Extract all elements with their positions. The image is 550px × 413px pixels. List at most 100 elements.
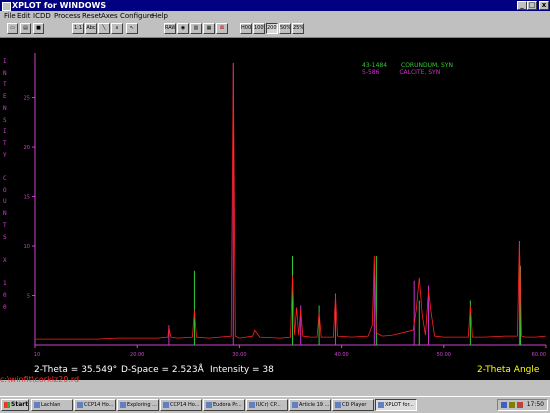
task-label: Article 19 ... [299, 402, 330, 408]
new-file-button[interactable]: ▭ [7, 23, 18, 34]
x-tick-label: 10 [34, 352, 40, 358]
legend-code: 43-1484 [362, 62, 388, 69]
legend-corundum: 43-1484 CORUNDUM, SYN [362, 62, 453, 69]
x-tick-label: 60.00 [532, 352, 546, 358]
app-icon[interactable] [2, 2, 11, 11]
ruler-button[interactable]: ▥ [190, 23, 202, 34]
y-tick-label: 20 [24, 145, 30, 151]
task-app-icon [120, 402, 126, 408]
x-tick-label: 20.00 [130, 352, 144, 358]
y-axis-title-letter: X [3, 256, 7, 264]
y-tick-label: 5 [27, 294, 30, 300]
task-label: CCP14 Ho... [84, 402, 114, 408]
view-button[interactable]: ◉ [177, 23, 189, 34]
legend-code: 5-586 [362, 69, 380, 76]
legend-name: CORUNDUM, SYN [401, 62, 453, 69]
taskbar-task[interactable]: CD Player [332, 399, 374, 411]
zoom-50-button[interactable]: 50% [279, 23, 291, 34]
y-axis-title-letter: 1 [3, 280, 7, 288]
y-axis-title-letter: O [3, 186, 7, 194]
menu-file[interactable]: File [4, 11, 16, 21]
taskbar-task[interactable]: IUCr) CP... [246, 399, 288, 411]
clear-icon: ⊠ [219, 25, 225, 31]
menu-icdd[interactable]: ICDD [33, 11, 51, 21]
window-title: XPLOT for WINDOWS [12, 1, 107, 10]
menu-help[interactable]: Help [152, 11, 168, 21]
taskbar-task[interactable]: Eudora Pr... [203, 399, 245, 411]
start-button[interactable]: Start [1, 399, 29, 411]
task-label: Lachlan [41, 402, 61, 408]
save-button[interactable]: ■ [33, 23, 44, 34]
taskbar-task[interactable]: Lachlan [31, 399, 73, 411]
raw-button[interactable]: RAW [164, 23, 176, 34]
menu-reset[interactable]: Reset [82, 11, 102, 21]
zoom-25-button[interactable]: 25% [292, 23, 304, 34]
label-button[interactable]: Abc [85, 23, 97, 34]
task-label: Exploring ... [127, 402, 157, 408]
menu-process[interactable]: Process [54, 11, 81, 21]
task-app-icon [335, 402, 341, 408]
eye-icon: ◉ [180, 25, 186, 31]
taskbar-task[interactable]: Article 19 ... [289, 399, 331, 411]
grid-icon: ▦ [206, 25, 212, 31]
y-axis-title-letter: N [3, 104, 7, 112]
menu-edit[interactable]: Edit [17, 11, 31, 21]
y-axis-title-letter: N [3, 69, 7, 77]
taskbar: Start Lachlan CCP14 Ho... Exploring ... CCP… [0, 396, 550, 413]
y-axis-title-letter: S [3, 233, 7, 241]
minimize-button[interactable]: _ [517, 1, 527, 10]
start-label: Start [11, 401, 29, 408]
y-tick-label: 10 [24, 244, 30, 250]
taskbar-task[interactable]: Exploring ... [117, 399, 159, 411]
title-bar: XPLOT for WINDOWS _ □ x [0, 0, 550, 11]
menu-configure[interactable]: Configure [120, 11, 154, 21]
grid-button[interactable]: ▦ [203, 23, 215, 34]
task-label: CD Player [342, 402, 367, 408]
maximize-button[interactable]: □ [527, 1, 537, 10]
y-axis-title-letter: C [3, 175, 7, 182]
task-label: CCP14 Ho... [170, 402, 200, 408]
clear-button[interactable]: ⊠ [216, 23, 228, 34]
task-app-icon [163, 402, 169, 408]
taskbar-task[interactable]: CCP14 Ho... [74, 399, 116, 411]
network-icon[interactable] [501, 402, 507, 408]
y-axis-title-letter: T [3, 139, 7, 147]
legend-calcite: 5-586 CALCITE, SYN [362, 69, 440, 76]
y-axis-title-letter: I [3, 58, 7, 65]
disk-icon: ■ [36, 25, 41, 31]
task-app-icon [34, 402, 40, 408]
intensity-readout: Intensity = 38 [210, 365, 274, 375]
x-tick-label: 30.00 [232, 352, 246, 358]
monitor-icon[interactable] [517, 402, 523, 408]
cursor-button[interactable]: ↖ [126, 23, 138, 34]
menu-axes[interactable]: Axes [101, 11, 118, 21]
line-icon: ╲ [102, 25, 106, 31]
zoom-100-button[interactable]: 100% [253, 23, 265, 34]
open-file-button[interactable]: ▤ [20, 23, 31, 34]
zoom-h00-button[interactable]: H00 [240, 23, 252, 34]
close-button[interactable]: x [539, 1, 549, 10]
plot-area[interactable]: 25 20 15 10 5 10 20.00 30.00 40.00 50.00 60.00 INT… [0, 38, 550, 384]
y-axis-title-letter: Y [3, 151, 7, 159]
peak-icon: ∧ [115, 25, 119, 31]
taskbar-task[interactable]: CCP14 Ho... [160, 399, 202, 411]
cursor-icon: ↖ [129, 25, 135, 31]
speaker-icon[interactable] [509, 402, 515, 408]
task-label: Eudora Pr... [213, 402, 242, 408]
taskbar-task[interactable]: XPLOT for... [375, 399, 417, 411]
diffraction-chart[interactable]: 25201510510 20.00 30.00 40.00 50.00 60.00 [0, 38, 550, 380]
y-tick-label: 25 [24, 96, 30, 102]
scale-button[interactable]: 1:1 [72, 23, 84, 34]
legend-name: CALCITE, SYN [399, 69, 441, 76]
peak-tool-button[interactable]: ∧ [111, 23, 123, 34]
x-tick-label: 40.00 [334, 352, 348, 358]
toolbar: ▭ ▤ ■ 1:1 Abc ╲ ∧ ↖ RAW ◉ ▥ ▦ ⊠ H00 100%… [0, 21, 550, 38]
task-app-icon [378, 402, 384, 408]
task-label: XPLOT for... [385, 402, 414, 408]
task-label: IUCr) CP... [256, 402, 281, 408]
task-app-icon [292, 402, 298, 408]
zoom-200-button[interactable]: 200% [266, 23, 278, 34]
task-app-icon [249, 402, 255, 408]
y-axis-title-letter: U [3, 198, 7, 206]
line-tool-button[interactable]: ╲ [98, 23, 110, 34]
